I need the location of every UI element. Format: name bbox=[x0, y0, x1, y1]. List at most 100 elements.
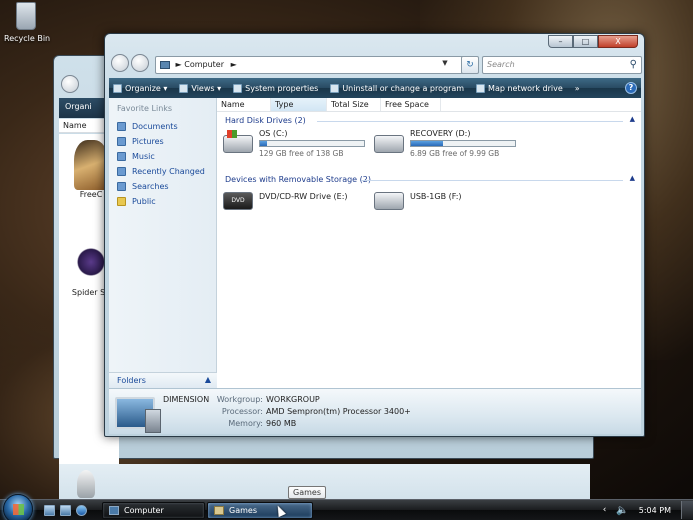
usb-drive-icon bbox=[374, 192, 404, 210]
minimize-button[interactable]: – bbox=[548, 35, 573, 48]
switch-windows-icon[interactable] bbox=[60, 505, 71, 516]
views-button[interactable]: Views ▾ bbox=[179, 83, 221, 93]
recently-changed-icon bbox=[117, 167, 126, 176]
hard-drive-icon bbox=[223, 130, 253, 153]
folder-icon bbox=[117, 197, 126, 206]
group-title: Hard Disk Drives (2) bbox=[225, 116, 306, 125]
refresh-button[interactable]: ↻ bbox=[461, 56, 479, 74]
system-tray: ‹ 🔈 5:04 PM bbox=[603, 501, 693, 519]
group-title: Devices with Removable Storage (2) bbox=[225, 175, 371, 184]
group-header-hard-disk-drives[interactable]: Hard Disk Drives (2) ▲ bbox=[217, 112, 641, 127]
clock[interactable]: 5:04 PM bbox=[639, 506, 671, 515]
desktop-icon-recycle-bin[interactable]: Recycle Bin bbox=[4, 2, 51, 43]
group-header-removable-storage[interactable]: Devices with Removable Storage (2) ▲ bbox=[217, 171, 641, 186]
more-commands-button[interactable]: » bbox=[575, 84, 580, 93]
taskbar: Computer Games ‹ 🔈 5:04 PM bbox=[0, 494, 693, 520]
drive-name: DVD/CD-RW Drive (E:) bbox=[259, 192, 348, 201]
drive-name: RECOVERY (D:) bbox=[410, 129, 471, 138]
computer-icon bbox=[115, 397, 161, 433]
chevron-up-icon[interactable]: ▲ bbox=[630, 115, 635, 123]
nav-link-music[interactable]: Music bbox=[117, 149, 208, 164]
hard-drive-icon bbox=[374, 135, 404, 153]
drive-free-space: 129 GB free of 138 GB bbox=[259, 149, 344, 158]
maximize-button[interactable]: □ bbox=[573, 35, 598, 48]
search-input[interactable]: Search ⚲ bbox=[482, 56, 642, 74]
back-button[interactable] bbox=[111, 54, 129, 72]
tray-expand-icon[interactable]: ‹ bbox=[603, 505, 607, 515]
drive-free-space: 6.89 GB free of 9.99 GB bbox=[410, 149, 500, 158]
drive-usage-fill bbox=[260, 141, 267, 146]
map-network-drive-button[interactable]: Map network drive bbox=[476, 83, 563, 93]
music-icon bbox=[117, 152, 126, 161]
network-drive-icon bbox=[476, 83, 486, 93]
caption-buttons: – □ X bbox=[548, 35, 638, 48]
drive-name: USB-1GB (F:) bbox=[410, 192, 462, 201]
group-divider bbox=[361, 180, 623, 181]
magnifier-icon[interactable]: ⚲ bbox=[630, 59, 637, 70]
taskbar-button-label: Computer bbox=[124, 506, 164, 515]
system-properties-icon bbox=[233, 83, 243, 93]
drive-item[interactable]: DVD DVD/CD-RW Drive (E:) bbox=[223, 186, 348, 210]
taskbar-button-computer[interactable]: Computer bbox=[102, 502, 205, 519]
nav-link-recently-changed[interactable]: Recently Changed bbox=[117, 164, 208, 179]
nav-link-public[interactable]: Public bbox=[117, 194, 208, 209]
taskbar-tooltip: Games bbox=[288, 486, 326, 499]
drive-item[interactable]: USB-1GB (F:) bbox=[374, 186, 462, 210]
favorite-links-title: Favorite Links bbox=[117, 104, 173, 113]
chevron-up-icon[interactable]: ▲ bbox=[630, 174, 635, 182]
computer-icon bbox=[109, 506, 119, 515]
computer-details: Workgroup: WORKGROUP Processor: AMD Semp… bbox=[209, 395, 411, 431]
recycle-bin-label: Recycle Bin bbox=[4, 34, 51, 43]
drive-usage-bar bbox=[259, 140, 365, 147]
volume-icon[interactable]: 🔈 bbox=[616, 505, 628, 516]
file-list[interactable]: Name Type Total Size Free Space Hard Dis… bbox=[217, 98, 641, 388]
column-header-total-size[interactable]: Total Size bbox=[327, 98, 381, 111]
column-headers: Name Type Total Size Free Space bbox=[217, 98, 641, 112]
column-header-free-space[interactable]: Free Space bbox=[381, 98, 441, 111]
address-separator[interactable]: ► bbox=[176, 60, 182, 69]
games-icon bbox=[214, 506, 224, 515]
address-dropdown-icon[interactable]: ▼ bbox=[436, 56, 454, 70]
nav-link-documents[interactable]: Documents bbox=[117, 119, 208, 134]
games-nav-buttons bbox=[61, 75, 81, 93]
start-button[interactable] bbox=[3, 494, 33, 520]
uninstall-label: Uninstall or change a program bbox=[342, 83, 465, 93]
folders-toggle[interactable]: Folders ▲ bbox=[109, 372, 217, 388]
system-properties-button[interactable]: System properties bbox=[233, 83, 318, 93]
detail-row: Memory: 960 MB bbox=[209, 419, 411, 431]
close-button[interactable]: X bbox=[598, 35, 638, 48]
show-desktop-icon[interactable] bbox=[44, 505, 55, 516]
taskbar-button-games[interactable]: Games bbox=[207, 502, 313, 519]
game-label: FreeC bbox=[79, 190, 103, 199]
address-location[interactable]: Computer bbox=[184, 60, 224, 69]
games-organize-button[interactable]: Organi bbox=[65, 102, 92, 111]
help-icon[interactable]: ? bbox=[625, 82, 637, 94]
uninstall-button[interactable]: Uninstall or change a program bbox=[330, 83, 465, 93]
navigation-pane: Favorite Links Documents Pictures Music … bbox=[109, 98, 217, 388]
address-bar[interactable]: ► Computer ► bbox=[155, 56, 465, 74]
column-header-name[interactable]: Name bbox=[217, 98, 271, 111]
nav-link-searches[interactable]: Searches bbox=[117, 179, 208, 194]
chevron-up-icon: ▲ bbox=[204, 375, 211, 384]
drive-usage-bar bbox=[410, 140, 516, 147]
nav-link-label: Public bbox=[132, 197, 156, 206]
detail-label: Workgroup: bbox=[216, 395, 263, 404]
drive-item[interactable]: RECOVERY (D:) 6.89 GB free of 9.99 GB bbox=[374, 129, 516, 158]
forward-button[interactable] bbox=[131, 54, 149, 72]
organize-button[interactable]: Organize ▾ bbox=[113, 83, 167, 93]
column-header-type[interactable]: Type bbox=[271, 98, 327, 111]
detail-value: AMD Sempron(tm) Processor 3400+ bbox=[266, 407, 411, 416]
address-separator[interactable]: ► bbox=[231, 60, 237, 69]
computer-window[interactable]: – □ X ► Computer ► ▼ ↻ Search ⚲ Organize… bbox=[104, 33, 645, 437]
nav-link-label: Searches bbox=[132, 182, 169, 191]
show-desktop-button[interactable] bbox=[681, 501, 693, 519]
computer-icon bbox=[160, 60, 170, 69]
nav-link-pictures[interactable]: Pictures bbox=[117, 134, 208, 149]
detail-label: Processor: bbox=[221, 407, 263, 416]
command-bar: Organize ▾ Views ▾ System properties Uni… bbox=[109, 78, 641, 98]
back-button[interactable] bbox=[61, 75, 79, 93]
documents-icon bbox=[117, 122, 126, 131]
drive-item[interactable]: OS (C:) 129 GB free of 138 GB bbox=[223, 129, 365, 158]
computer-name: DIMENSION bbox=[163, 395, 210, 404]
internet-explorer-icon[interactable] bbox=[76, 505, 87, 516]
